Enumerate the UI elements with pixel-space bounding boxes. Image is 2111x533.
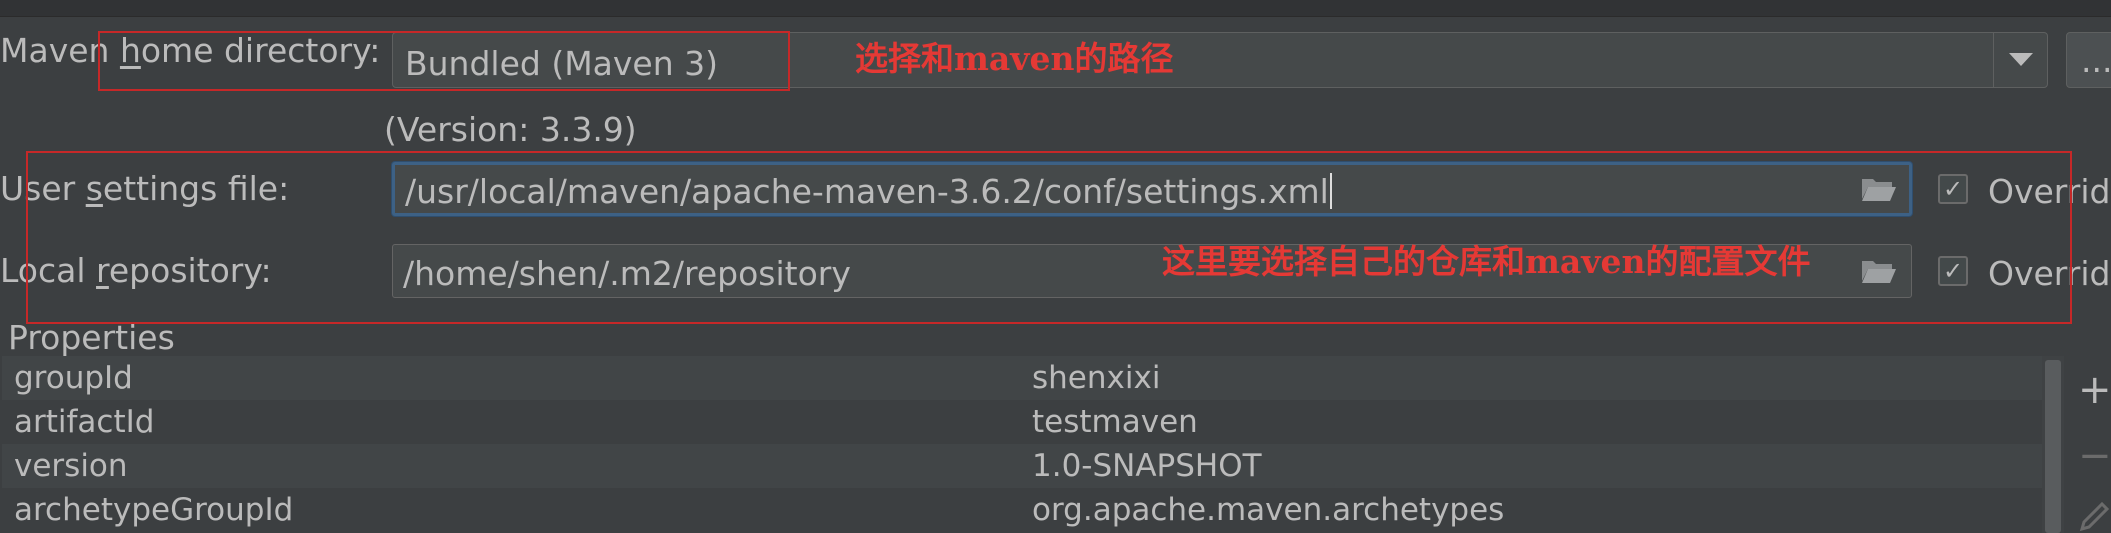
remove-property-button[interactable]: − [2078, 436, 2111, 476]
annotation-settings-note: 这里要选择自己的仓库和maven的配置文件 [1162, 242, 1811, 281]
property-key: archetypeGroupId [14, 492, 294, 528]
browse-button-label: ... [2081, 41, 2111, 80]
table-row[interactable]: version 1.0-SNAPSHOT [2, 444, 2042, 488]
property-key: version [14, 448, 128, 484]
pencil-icon[interactable] [2078, 500, 2111, 533]
maven-home-browse-button[interactable]: ... [2066, 32, 2111, 88]
dropdown-divider [1993, 33, 1994, 87]
scrollbar-thumb[interactable] [2045, 360, 2061, 533]
properties-scrollbar[interactable] [2042, 356, 2064, 533]
property-key: artifactId [14, 404, 155, 440]
add-property-button[interactable]: + [2078, 370, 2111, 410]
property-value: 1.0-SNAPSHOT [1032, 448, 1262, 484]
property-value: testmaven [1032, 404, 1198, 440]
table-row[interactable]: groupId shenxixi [2, 356, 2042, 400]
table-row[interactable]: archetypeGroupId org.apache.maven.archet… [2, 488, 2042, 532]
properties-table: groupId shenxixi artifactId testmaven ve… [2, 356, 2042, 533]
annotation-home-note: 选择和maven的路径 [855, 39, 1174, 78]
chevron-down-icon[interactable] [2009, 53, 2033, 66]
top-strip [0, 0, 2111, 17]
property-value: org.apache.maven.archetypes [1032, 492, 1505, 528]
annotation-box-home [98, 31, 790, 91]
maven-version-text: (Version: 3.3.9) [384, 110, 637, 149]
property-key: groupId [14, 360, 133, 396]
property-value: shenxixi [1032, 360, 1161, 396]
table-row[interactable]: artifactId testmaven [2, 400, 2042, 444]
